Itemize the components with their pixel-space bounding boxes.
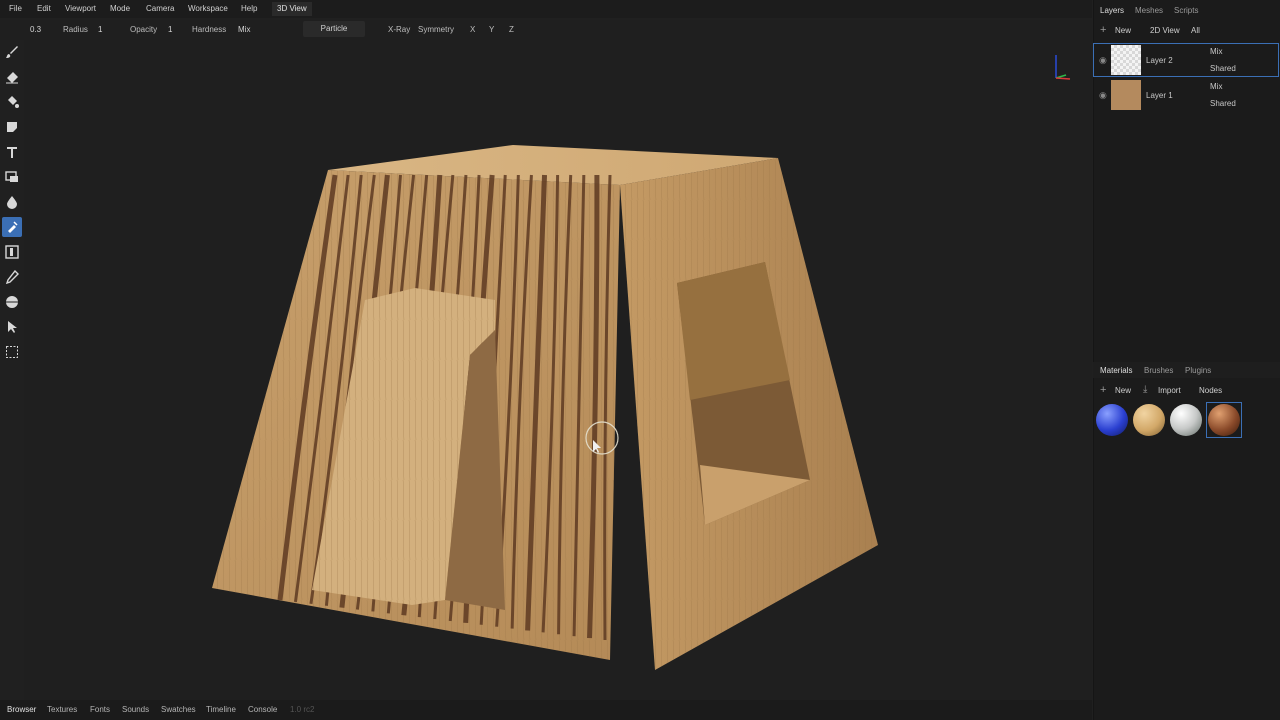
layer-mode[interactable]: Shared: [1210, 99, 1236, 108]
eraser-icon[interactable]: [2, 67, 22, 87]
brush-size-value[interactable]: 0.3: [30, 25, 41, 34]
opacity-label: Opacity: [130, 25, 158, 34]
knife-block-model: [212, 55, 1071, 670]
tab-materials[interactable]: Materials: [1100, 366, 1132, 375]
xray-toggle[interactable]: X-Ray: [388, 25, 410, 34]
nodes-button[interactable]: Nodes: [1199, 386, 1222, 395]
new-material-button[interactable]: New: [1115, 386, 1131, 395]
material-swatch[interactable]: [1170, 404, 1202, 436]
cursor-icon[interactable]: [2, 317, 22, 337]
menu-help[interactable]: Help: [241, 4, 257, 13]
layer-blend[interactable]: Mix: [1210, 47, 1222, 56]
layer-blend[interactable]: Mix: [1210, 82, 1222, 91]
layer-name[interactable]: Layer 1: [1146, 91, 1173, 100]
menu-mode[interactable]: Mode: [110, 4, 130, 13]
plus-icon: +: [1100, 384, 1107, 396]
import-icon: ⤓: [1143, 384, 1148, 395]
layer-row[interactable]: ◉ Layer 2 Mix Shared: [1093, 43, 1279, 77]
tab-swatches[interactable]: Swatches: [161, 705, 196, 714]
blend-mode-select[interactable]: Mix: [238, 25, 250, 34]
layer-filter-select[interactable]: All: [1191, 26, 1200, 35]
eye-icon[interactable]: ◉: [1099, 55, 1107, 66]
eye-icon[interactable]: ◉: [1099, 90, 1107, 101]
tab-fonts[interactable]: Fonts: [90, 705, 110, 714]
selection-icon[interactable]: [2, 342, 22, 362]
menu-edit[interactable]: Edit: [37, 4, 51, 13]
menu-file[interactable]: File: [9, 4, 22, 13]
symmetry-z-toggle[interactable]: Z: [509, 25, 514, 34]
material-picker-icon[interactable]: [2, 292, 22, 312]
radius-value[interactable]: 1: [98, 25, 102, 34]
brush-toolbar: [0, 20, 1092, 40]
menu-viewport[interactable]: Viewport: [65, 4, 96, 13]
2d-view-button[interactable]: 2D View: [1150, 26, 1180, 35]
tab-layers[interactable]: Layers: [1100, 6, 1124, 15]
radius-label: Radius: [63, 25, 88, 34]
layer-mode[interactable]: Shared: [1210, 64, 1236, 73]
tool-sidebar: [0, 40, 24, 700]
bake-icon[interactable]: [2, 242, 22, 262]
material-swatch[interactable]: [1133, 404, 1165, 436]
text-icon[interactable]: [2, 142, 22, 162]
fill-icon[interactable]: [2, 92, 22, 112]
tab-textures[interactable]: Textures: [47, 705, 77, 714]
symmetry-y-toggle[interactable]: Y: [489, 25, 494, 34]
tab-3d-view[interactable]: 3D View: [272, 2, 312, 16]
tab-browser[interactable]: Browser: [7, 705, 36, 714]
material-swatch[interactable]: [1208, 404, 1240, 436]
clone-icon[interactable]: [2, 167, 22, 187]
layer-thumbnail: [1111, 80, 1141, 110]
version-label: 1.0 rc2: [290, 705, 315, 714]
layer-thumbnail: [1111, 45, 1141, 75]
new-layer-button[interactable]: New: [1115, 26, 1131, 35]
tab-meshes[interactable]: Meshes: [1135, 6, 1163, 15]
tab-sounds[interactable]: Sounds: [122, 705, 149, 714]
layer-name[interactable]: Layer 2: [1146, 56, 1173, 65]
opacity-value[interactable]: 1: [168, 25, 172, 34]
menu-camera[interactable]: Camera: [146, 4, 174, 13]
symmetry-label: Symmetry: [418, 25, 454, 34]
particle-button[interactable]: Particle: [303, 21, 365, 37]
tab-brushes[interactable]: Brushes: [1144, 366, 1173, 375]
material-swatch[interactable]: [1096, 404, 1128, 436]
import-material-button[interactable]: Import: [1158, 386, 1181, 395]
menu-bar: File Edit Viewport Mode Camera Workspace…: [0, 0, 1092, 18]
3d-viewport[interactable]: [24, 40, 1092, 700]
symmetry-x-toggle[interactable]: X: [470, 25, 475, 34]
layer-row[interactable]: ◉ Layer 1 Mix Shared: [1093, 78, 1279, 112]
brush-icon[interactable]: [2, 42, 22, 62]
smudge-icon[interactable]: [2, 217, 22, 237]
picker-icon[interactable]: [2, 267, 22, 287]
blur-icon[interactable]: [2, 192, 22, 212]
menu-workspace[interactable]: Workspace: [188, 4, 228, 13]
plus-icon: +: [1100, 24, 1107, 36]
hardness-label: Hardness: [192, 25, 227, 34]
tab-timeline[interactable]: Timeline: [206, 705, 236, 714]
tab-scripts[interactable]: Scripts: [1174, 6, 1198, 15]
tab-console[interactable]: Console: [248, 705, 277, 714]
tab-plugins[interactable]: Plugins: [1185, 366, 1211, 375]
decal-icon[interactable]: [2, 117, 22, 137]
